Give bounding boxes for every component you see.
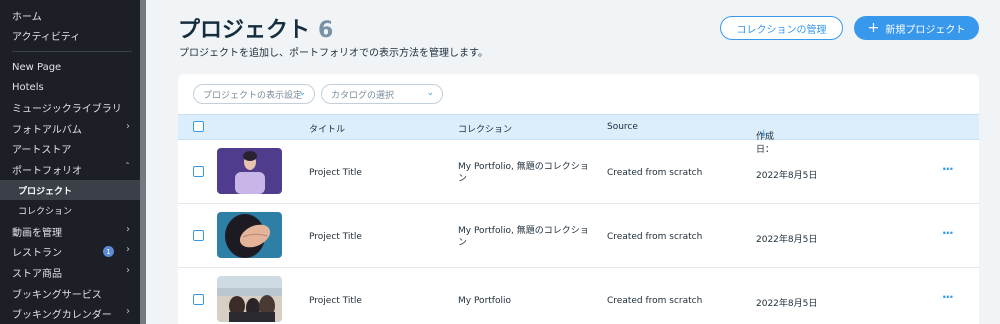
table-row[interactable]: Project Title My Portfolio, 無題のコレクショ ン C… xyxy=(178,140,979,204)
project-title[interactable]: Project Title xyxy=(309,168,362,178)
sidebar-item-booking-calendar[interactable]: ブッキングカレンダー › xyxy=(0,303,140,323)
plus-icon: + xyxy=(867,20,880,36)
notification-badge: 1 xyxy=(103,246,114,257)
chevron-right-icon: › xyxy=(126,224,130,235)
project-thumbnail xyxy=(217,148,282,194)
sidebar-item-photo-albums[interactable]: フォトアルバム › xyxy=(0,118,140,138)
column-header-source[interactable]: Source xyxy=(607,122,638,132)
sidebar-item-hotels[interactable]: Hotels xyxy=(0,77,140,97)
sidebar-item-restaurants[interactable]: レストラン 1 › xyxy=(0,241,140,261)
sidebar-item-label: ブッキングカレンダー xyxy=(12,309,112,321)
chevron-down-icon: ⌄ xyxy=(426,88,434,98)
column-header-title[interactable]: タイトル xyxy=(309,122,345,135)
sidebar-divider xyxy=(12,51,132,52)
sidebar-item-home[interactable]: ホーム xyxy=(0,5,140,25)
catalog-select-label: カタログの選択 xyxy=(331,90,395,101)
chevron-up-icon: ˆ xyxy=(125,162,130,173)
sidebar: ホーム アクティビティ New Page Hotels ミュージックライブラリ … xyxy=(0,0,140,324)
sidebar-item-label: プロジェクト xyxy=(18,186,73,197)
more-actions-icon[interactable]: ··· xyxy=(942,162,954,176)
page-title-text: プロジェクト xyxy=(178,18,311,43)
select-all-checkbox[interactable] xyxy=(193,121,204,132)
project-thumbnail xyxy=(217,276,282,322)
sidebar-scrollbar[interactable] xyxy=(140,0,146,324)
sidebar-item-video[interactable]: 動画を管理 › xyxy=(0,221,140,241)
display-settings-dropdown[interactable]: プロジェクトの表示設定 ⌄ xyxy=(193,84,315,104)
project-thumbnail xyxy=(217,212,282,258)
project-created-date: 2022年8月5日 xyxy=(756,299,818,309)
project-collection: My Portfolio xyxy=(458,296,511,306)
sidebar-item-label: ストア商品 xyxy=(12,268,62,280)
sidebar-item-label: Hotels xyxy=(12,81,44,93)
more-actions-icon[interactable]: ··· xyxy=(942,290,954,304)
row-checkbox[interactable] xyxy=(193,294,204,305)
sidebar-item-label: コレクション xyxy=(18,206,73,217)
column-header-collection[interactable]: コレクション xyxy=(458,122,512,135)
page-title: プロジェクト 6 xyxy=(178,12,333,44)
table-row[interactable]: Project Title My Portfolio Created from … xyxy=(178,268,979,324)
new-project-label: 新規プロジェクト xyxy=(885,24,966,36)
sidebar-item-projects[interactable]: プロジェクト xyxy=(0,180,140,200)
sort-down-icon: ↓ xyxy=(760,129,768,139)
project-created-date: 2022年8月5日 xyxy=(756,235,818,245)
sidebar-item-label: ミュージックライブラリ xyxy=(12,103,122,115)
page-subtitle: プロジェクトを追加し、ポートフォリオでの表示方法を管理します。 xyxy=(179,48,488,59)
project-source: Created from scratch xyxy=(607,168,703,178)
sidebar-item-activity[interactable]: アクティビティ xyxy=(0,25,140,45)
project-source: Created from scratch xyxy=(607,296,703,306)
chevron-down-icon: ⌄ xyxy=(298,88,306,98)
sidebar-item-art-store[interactable]: アートストア xyxy=(0,138,140,158)
project-source: Created from scratch xyxy=(607,232,703,242)
new-project-button[interactable]: + 新規プロジェクト xyxy=(854,16,979,40)
sidebar-item-label: アートストア xyxy=(12,144,72,156)
row-checkbox[interactable] xyxy=(193,166,204,177)
sidebar-item-store-products[interactable]: ストア商品 › xyxy=(0,262,140,282)
chevron-right-icon: › xyxy=(126,244,130,255)
table-header: タイトル コレクション Source 作成日： ↓ xyxy=(178,114,979,155)
projects-table-card: プロジェクトの表示設定 ⌄ カタログの選択 ⌄ タイトル コレクション Sour… xyxy=(178,74,979,324)
chevron-right-icon: › xyxy=(126,121,130,132)
manage-collections-button[interactable]: コレクションの管理 xyxy=(720,16,843,40)
sidebar-item-label: フォトアルバム xyxy=(12,124,82,136)
sidebar-item-label: ホーム xyxy=(12,11,42,23)
sidebar-item-new-page[interactable]: New Page xyxy=(0,57,140,77)
project-title[interactable]: Project Title xyxy=(309,296,362,306)
manage-collections-label: コレクションの管理 xyxy=(736,24,827,36)
table-row[interactable]: Project Title My Portfolio, 無題のコレクショ ン C… xyxy=(178,204,979,268)
project-title[interactable]: Project Title xyxy=(309,232,362,242)
catalog-select-dropdown[interactable]: カタログの選択 ⌄ xyxy=(321,84,443,104)
chevron-right-icon: › xyxy=(126,265,130,276)
more-actions-icon[interactable]: ··· xyxy=(942,226,954,240)
project-count: 6 xyxy=(318,18,334,43)
sidebar-item-label: 動画を管理 xyxy=(12,227,62,239)
project-collection: My Portfolio, 無題のコレクショ ン xyxy=(458,226,589,248)
sidebar-item-booking-services[interactable]: ブッキングサービス xyxy=(0,283,140,303)
sidebar-item-label: レストラン xyxy=(12,247,62,259)
sidebar-item-collections[interactable]: コレクション xyxy=(0,200,140,220)
sidebar-item-label: New Page xyxy=(12,61,62,73)
project-created-date: 2022年8月5日 xyxy=(756,171,818,181)
sidebar-item-label: ポートフォリオ xyxy=(12,165,82,177)
sidebar-item-label: ブッキングサービス xyxy=(12,289,102,301)
sidebar-item-label: アクティビティ xyxy=(12,31,81,43)
sidebar-item-music-library[interactable]: ミュージックライブラリ xyxy=(0,97,140,117)
row-checkbox[interactable] xyxy=(193,230,204,241)
project-collection: My Portfolio, 無題のコレクショ ン xyxy=(458,162,589,184)
display-settings-label: プロジェクトの表示設定 xyxy=(203,90,303,101)
sidebar-item-portfolio[interactable]: ポートフォリオ ˆ xyxy=(0,159,140,179)
chevron-right-icon: › xyxy=(126,306,130,317)
